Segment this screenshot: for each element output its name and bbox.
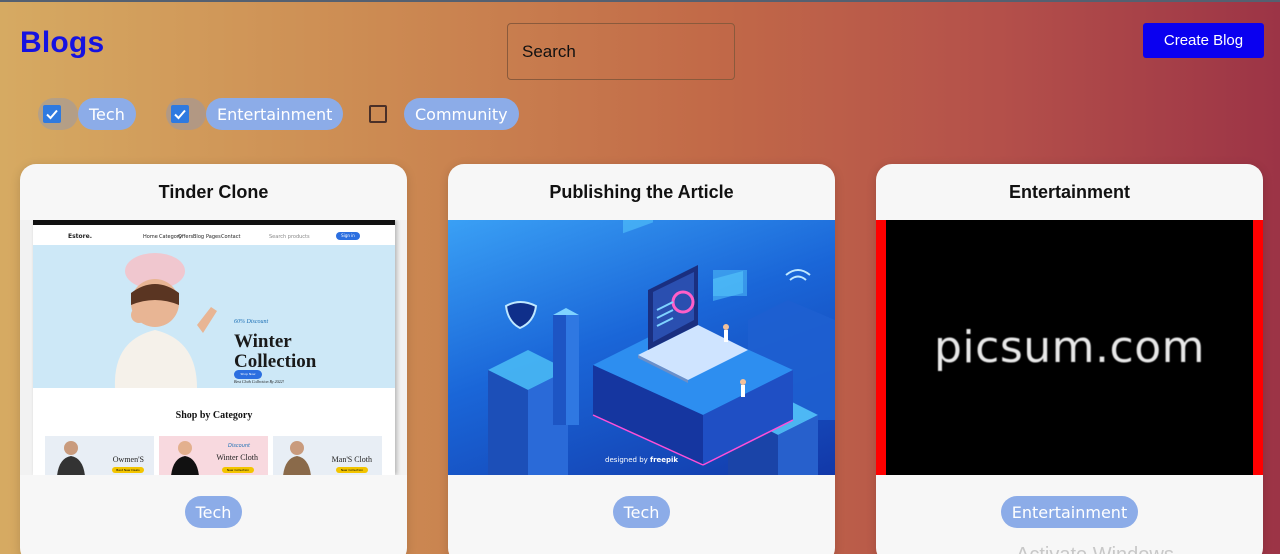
checkmark-icon bbox=[174, 109, 186, 120]
page-title: Blogs bbox=[20, 26, 105, 59]
category-tile: Discount Winter Cloth New Collection bbox=[159, 436, 268, 475]
filter-community[interactable]: Community bbox=[364, 98, 519, 130]
hero-text: 60% Discount Winter Collection Best Clot… bbox=[234, 312, 316, 392]
picsum-logo-text: picsum.com bbox=[934, 322, 1205, 373]
card-image-picsum: picsum.com bbox=[876, 220, 1263, 475]
store-search: Search products bbox=[269, 234, 310, 240]
isometric-laptop-illustration bbox=[488, 220, 835, 475]
nav-item: Home bbox=[143, 234, 158, 240]
filter-tech[interactable]: Tech bbox=[38, 98, 136, 130]
checkbox-wrapper[interactable] bbox=[364, 98, 404, 130]
entertainment-checkbox[interactable] bbox=[171, 105, 189, 123]
blog-card-tinder-clone[interactable]: Tinder Clone Estore. Home Category Offer… bbox=[20, 164, 407, 554]
store-nav: Estore. Home Category Offers Blog Pages … bbox=[33, 227, 395, 245]
model-figure bbox=[114, 253, 217, 388]
card-title: Tinder Clone bbox=[158, 181, 269, 202]
card-title: Entertainment bbox=[1008, 181, 1131, 202]
nav-item: Contact bbox=[221, 234, 241, 240]
card-tag[interactable]: Tech bbox=[612, 496, 671, 528]
card-tag-row: Entertainment bbox=[876, 496, 1263, 528]
card-image-isometric-illustration: designed by freepik bbox=[448, 220, 835, 475]
signin-pill: Sign in bbox=[336, 232, 360, 240]
image-credit: designed by freepik bbox=[605, 456, 679, 464]
store-brand: Estore. bbox=[68, 233, 92, 240]
create-blog-button[interactable]: Create Blog bbox=[1143, 23, 1264, 58]
card-tag[interactable]: Tech bbox=[184, 496, 243, 528]
card-tag[interactable]: Entertainment bbox=[1000, 496, 1139, 528]
checkbox-wrapper[interactable] bbox=[38, 98, 78, 130]
filter-entertainment[interactable]: Entertainment bbox=[166, 98, 344, 130]
freepik-logo: freepik bbox=[650, 456, 679, 464]
hero-banner: 60% Discount Winter Collection Best Clot… bbox=[33, 245, 395, 388]
search-input[interactable] bbox=[522, 41, 734, 62]
hero-title-line1: Winter bbox=[234, 331, 292, 352]
card-tag-row: Tech bbox=[20, 496, 407, 528]
community-checkbox[interactable] bbox=[369, 105, 387, 123]
nav-item: Blog bbox=[193, 234, 205, 240]
activate-windows-watermark: Activate Windows bbox=[1016, 544, 1174, 554]
hero-title-line2: Collection bbox=[234, 351, 317, 372]
tech-chip: Tech bbox=[78, 98, 136, 130]
entertainment-chip: Entertainment bbox=[206, 98, 344, 130]
community-chip: Community bbox=[404, 98, 519, 130]
category-heading: Shop by Category bbox=[175, 410, 253, 421]
nav-item: Offers bbox=[178, 234, 194, 240]
blog-card-publishing-article[interactable]: Publishing the Article designed by freep… bbox=[448, 164, 835, 554]
checkbox-wrapper[interactable] bbox=[166, 98, 206, 130]
top-border bbox=[0, 0, 1280, 2]
search-field[interactable] bbox=[507, 23, 735, 80]
discount-text: 60% Discount bbox=[234, 319, 269, 325]
category-tile: Man'S Cloth New Collection bbox=[273, 436, 382, 475]
screenshot-frame: Estore. Home Category Offers Blog Pages … bbox=[33, 220, 395, 475]
card-tag-row: Tech bbox=[448, 496, 835, 528]
shop-now-button: Shop Now bbox=[234, 370, 262, 379]
category-tile: Owmen'S Best New Deals bbox=[45, 436, 154, 475]
blog-card-entertainment[interactable]: Entertainment picsum.com Entertainment A… bbox=[876, 164, 1263, 554]
tech-checkbox[interactable] bbox=[43, 105, 61, 123]
topbar bbox=[33, 220, 395, 225]
nav-item: Pages bbox=[206, 234, 221, 240]
checkmark-icon bbox=[46, 109, 58, 120]
card-image-estore-screenshot: Estore. Home Category Offers Blog Pages … bbox=[20, 220, 407, 475]
card-title: Publishing the Article bbox=[549, 181, 734, 202]
